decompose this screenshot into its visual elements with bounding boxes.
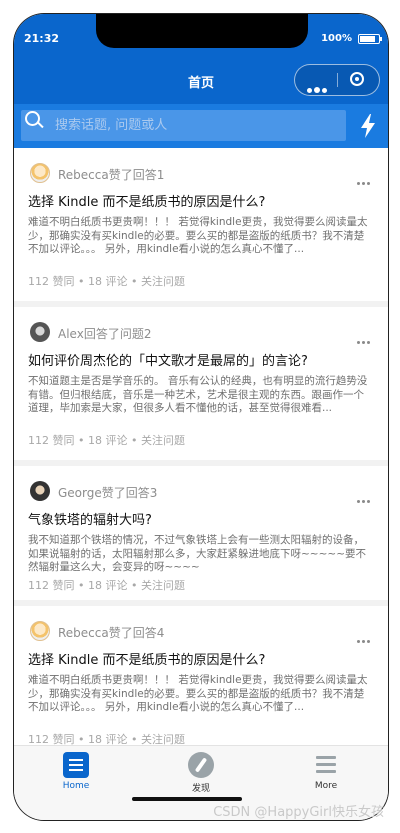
answer-excerpt[interactable]: 难道不明白纸质书更贵啊！！！ 若觉得kindle更贵，我觉得要么阅读量太少，那确…: [28, 674, 374, 728]
feed-actor[interactable]: George赞了回答3: [58, 484, 157, 501]
close-target-icon[interactable]: [350, 72, 364, 86]
feed-card[interactable]: Alex回答了问题2 如何评价周杰伦的「中文歌才是最屌的」的言论? 不知道题主是…: [14, 307, 388, 460]
capsule-divider: [337, 73, 338, 87]
compass-icon: [188, 752, 214, 778]
top-bar: 21:32 100% 首页: [14, 14, 388, 104]
tab-label: Home: [62, 781, 90, 791]
more-options-icon[interactable]: [307, 78, 329, 97]
search-input[interactable]: 搜索话题, 问题或人: [21, 110, 346, 141]
card-meta: 112 赞同 • 18 评论 • 关注问题: [28, 434, 185, 447]
feed-card[interactable]: George赞了回答3 气象铁塔的辐射大吗? 我不知道那个铁塔的情况，不过气象铁…: [14, 466, 388, 600]
more-icon[interactable]: [355, 628, 370, 647]
avatar[interactable]: [30, 621, 50, 641]
question-title[interactable]: 如何评价周杰伦的「中文歌才是最屌的」的言论?: [28, 353, 374, 371]
answer-excerpt[interactable]: 不知道题主是否是学音乐的。 音乐有公认的经典，也有明显的流行趋势没有错。但归根结…: [28, 375, 374, 429]
mini-program-capsule: [294, 64, 380, 96]
phone-frame: 21:32 100% 首页 搜索话题, 问题或人 Rebecca赞了回答1 选择…: [14, 14, 388, 820]
feed-actor[interactable]: Rebecca赞了回答4: [58, 624, 164, 641]
answer-excerpt[interactable]: 难道不明白纸质书更贵啊！！！ 若觉得kindle更贵，我觉得要么阅读量太少，那确…: [28, 216, 374, 270]
card-meta: 112 赞同 • 18 评论 • 关注问题: [28, 733, 185, 745]
home-icon: [63, 752, 89, 778]
tab-label: 发现: [191, 784, 210, 794]
answer-excerpt[interactable]: 我不知道那个铁塔的情况，不过气象铁塔上会有一些测太阳辐射的设备，如果说辐射的话，…: [28, 534, 374, 574]
avatar[interactable]: [30, 163, 50, 183]
feed-card[interactable]: Rebecca赞了回答4 选择 Kindle 而不是纸质书的原因是什么? 难道不…: [14, 606, 388, 745]
search-icon: [25, 111, 40, 126]
tab-more[interactable]: More: [281, 752, 371, 791]
battery-percent: 100%: [321, 33, 352, 44]
card-meta: 112 赞同 • 18 评论 • 关注问题: [28, 579, 185, 592]
more-icon[interactable]: [355, 488, 370, 507]
tab-discover[interactable]: 发现: [156, 752, 246, 794]
menu-icon: [313, 752, 339, 778]
avatar[interactable]: [30, 322, 50, 342]
lightning-icon[interactable]: [356, 112, 380, 140]
notch: [96, 14, 308, 48]
battery-icon: [358, 34, 382, 44]
feed-actor[interactable]: Rebecca赞了回答1: [58, 166, 164, 183]
watermark: CSDN @HappyGirl快乐女孩: [213, 805, 384, 820]
feed-list: Rebecca赞了回答1 选择 Kindle 而不是纸质书的原因是什么? 难道不…: [14, 148, 388, 745]
avatar[interactable]: [30, 481, 50, 501]
question-title[interactable]: 选择 Kindle 而不是纸质书的原因是什么?: [28, 194, 374, 212]
question-title[interactable]: 气象铁塔的辐射大吗?: [28, 512, 374, 530]
tab-home[interactable]: Home: [31, 752, 121, 791]
search-bar: 搜索话题, 问题或人: [14, 104, 388, 148]
question-title[interactable]: 选择 Kindle 而不是纸质书的原因是什么?: [28, 652, 374, 670]
tab-label: More: [314, 781, 338, 791]
card-meta: 112 赞同 • 18 评论 • 关注问题: [28, 275, 185, 288]
more-icon[interactable]: [355, 329, 370, 348]
more-icon[interactable]: [355, 170, 370, 189]
feed-actor[interactable]: Alex回答了问题2: [58, 325, 151, 342]
status-time: 21:32: [24, 32, 60, 45]
feed-card[interactable]: Rebecca赞了回答1 选择 Kindle 而不是纸质书的原因是什么? 难道不…: [14, 148, 388, 301]
